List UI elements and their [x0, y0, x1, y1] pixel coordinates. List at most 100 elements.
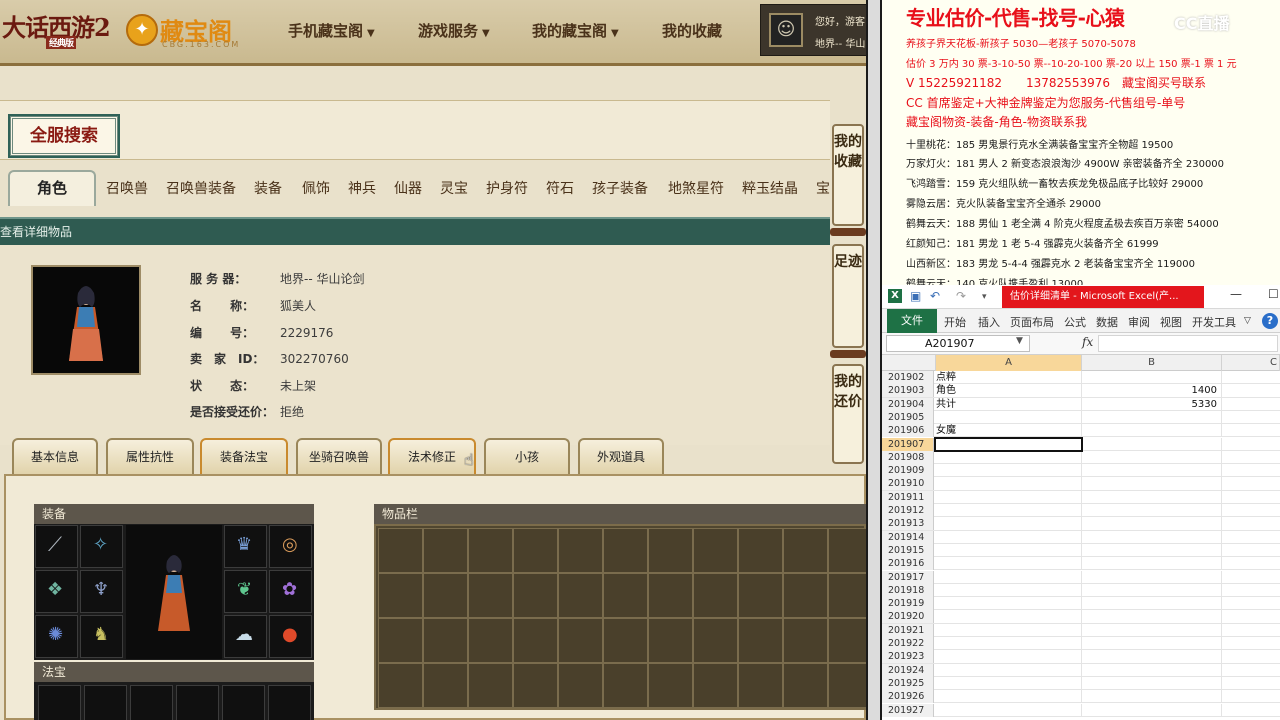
- tab-jade-crystal[interactable]: 粹玉结晶: [742, 178, 798, 198]
- cell-a[interactable]: [936, 517, 1082, 531]
- fabao-slot[interactable]: [268, 685, 311, 720]
- inventory-cell[interactable]: [513, 528, 558, 573]
- inventory-cell[interactable]: [603, 573, 648, 618]
- inventory-cell[interactable]: [783, 663, 828, 708]
- row-number[interactable]: 201911: [882, 490, 934, 504]
- cell-a[interactable]: 共计: [936, 397, 1082, 411]
- nav-game-services[interactable]: 游戏服务 ▼: [418, 20, 490, 41]
- tab-formulas[interactable]: 公式: [1064, 314, 1086, 330]
- maximize-button[interactable]: ☐: [1268, 287, 1279, 301]
- cell-a[interactable]: [936, 450, 1082, 464]
- row-number[interactable]: 201915: [882, 543, 934, 557]
- equip-slot[interactable]: ✧: [80, 525, 123, 568]
- cell-b[interactable]: [1082, 477, 1222, 491]
- equip-slot[interactable]: ♆: [80, 570, 123, 613]
- tab-accessory[interactable]: 佩饰: [302, 178, 330, 198]
- inventory-cell[interactable]: [738, 573, 783, 618]
- inventory-cell[interactable]: [693, 663, 738, 708]
- minimize-button[interactable]: —: [1230, 287, 1242, 301]
- equip-slot[interactable]: ⟋: [35, 525, 78, 568]
- tab-appearance[interactable]: 外观道具: [578, 438, 664, 474]
- tab-equip[interactable]: 装备: [254, 178, 282, 198]
- cell-b[interactable]: [1082, 570, 1222, 584]
- row-number[interactable]: 201907: [882, 437, 934, 451]
- nav-mobile-cbg[interactable]: 手机藏宝阁 ▼: [288, 20, 375, 41]
- equip-slot[interactable]: ●: [269, 615, 312, 658]
- row-number[interactable]: 201909: [882, 464, 934, 478]
- cell-a[interactable]: [936, 504, 1082, 517]
- tab-treasure[interactable]: 宝: [816, 178, 830, 198]
- fabao-slot[interactable]: [84, 685, 127, 720]
- row-number[interactable]: 201925: [882, 676, 934, 690]
- save-icon[interactable]: ▣: [910, 289, 921, 303]
- inventory-cell[interactable]: [513, 573, 558, 618]
- inventory-cell[interactable]: [378, 618, 423, 663]
- cell-a[interactable]: [936, 530, 1082, 544]
- inventory-cell[interactable]: [378, 573, 423, 618]
- cell-b[interactable]: [1082, 597, 1222, 611]
- tab-basic-info[interactable]: 基本信息: [12, 438, 98, 474]
- inventory-cell[interactable]: [423, 573, 468, 618]
- column-header-b[interactable]: B: [1082, 355, 1222, 371]
- tab-amulet[interactable]: 护身符: [486, 178, 528, 198]
- inventory-cell[interactable]: [648, 573, 693, 618]
- cell-a[interactable]: [936, 650, 1082, 664]
- cell-a[interactable]: [936, 623, 1082, 637]
- cell-b[interactable]: [1082, 543, 1222, 557]
- cell-b[interactable]: [1082, 530, 1222, 544]
- row-number[interactable]: 201906: [882, 424, 934, 438]
- cell-a[interactable]: [936, 464, 1082, 478]
- cell-b[interactable]: [1082, 637, 1222, 650]
- inventory-cell[interactable]: [693, 528, 738, 573]
- inventory-cell[interactable]: [603, 663, 648, 708]
- cell-a[interactable]: [936, 703, 1082, 717]
- my-favorites-button[interactable]: 我的收藏: [832, 124, 864, 226]
- cell-b[interactable]: [1082, 490, 1222, 504]
- scrollbar[interactable]: [868, 0, 880, 720]
- inventory-cell[interactable]: [603, 528, 648, 573]
- help-icon[interactable]: ?: [1262, 313, 1278, 329]
- tab-insert[interactable]: 插入: [978, 314, 1000, 330]
- column-header-a[interactable]: A: [936, 355, 1082, 371]
- cell-a[interactable]: 角色: [936, 384, 1082, 398]
- inventory-cell[interactable]: [783, 618, 828, 663]
- inventory-cell[interactable]: [558, 663, 603, 708]
- cell-a[interactable]: [936, 690, 1082, 704]
- equip-slot[interactable]: ✿: [269, 570, 312, 613]
- tab-attributes[interactable]: 属性抗性: [106, 438, 194, 474]
- cell-a[interactable]: 点粹: [936, 371, 1082, 384]
- row-number[interactable]: 201913: [882, 517, 934, 531]
- tab-home[interactable]: 开始: [944, 314, 966, 330]
- function-icon[interactable]: fx: [1082, 335, 1093, 349]
- row-number[interactable]: 201922: [882, 637, 934, 650]
- cell-a[interactable]: [936, 490, 1082, 504]
- tab-developer[interactable]: 开发工具: [1192, 314, 1236, 330]
- tab-child-equip[interactable]: 孩子装备: [592, 178, 648, 198]
- inventory-cell[interactable]: [738, 618, 783, 663]
- cell-b[interactable]: [1082, 557, 1222, 571]
- chevron-down-icon[interactable]: ▾: [982, 292, 987, 302]
- inventory-cell[interactable]: [468, 573, 513, 618]
- inventory-cell[interactable]: [783, 528, 828, 573]
- chevron-down-icon[interactable]: ▽: [1244, 316, 1251, 326]
- footprint-button[interactable]: 足迹: [832, 244, 864, 348]
- equip-slot[interactable]: ✺: [35, 615, 78, 658]
- row-number[interactable]: 201905: [882, 410, 934, 424]
- inventory-cell[interactable]: [423, 528, 468, 573]
- cell-b[interactable]: 5330: [1082, 397, 1222, 411]
- cell-a[interactable]: [936, 583, 1082, 597]
- inventory-cell[interactable]: [513, 663, 558, 708]
- row-number[interactable]: 201924: [882, 663, 934, 677]
- name-box[interactable]: A201907: [886, 335, 1030, 352]
- inventory-cell[interactable]: [513, 618, 558, 663]
- inventory-cell[interactable]: [648, 663, 693, 708]
- tab-page-layout[interactable]: 页面布局: [1010, 314, 1054, 330]
- fabao-slot[interactable]: [176, 685, 219, 720]
- row-number[interactable]: 201923: [882, 650, 934, 664]
- inventory-cell[interactable]: [378, 528, 423, 573]
- row-number[interactable]: 201904: [882, 397, 934, 411]
- fabao-slot[interactable]: [222, 685, 265, 720]
- cell-b[interactable]: [1082, 464, 1222, 478]
- tab-spirit-treasure[interactable]: 灵宝: [440, 178, 468, 198]
- equip-slot[interactable]: ❦: [224, 570, 267, 613]
